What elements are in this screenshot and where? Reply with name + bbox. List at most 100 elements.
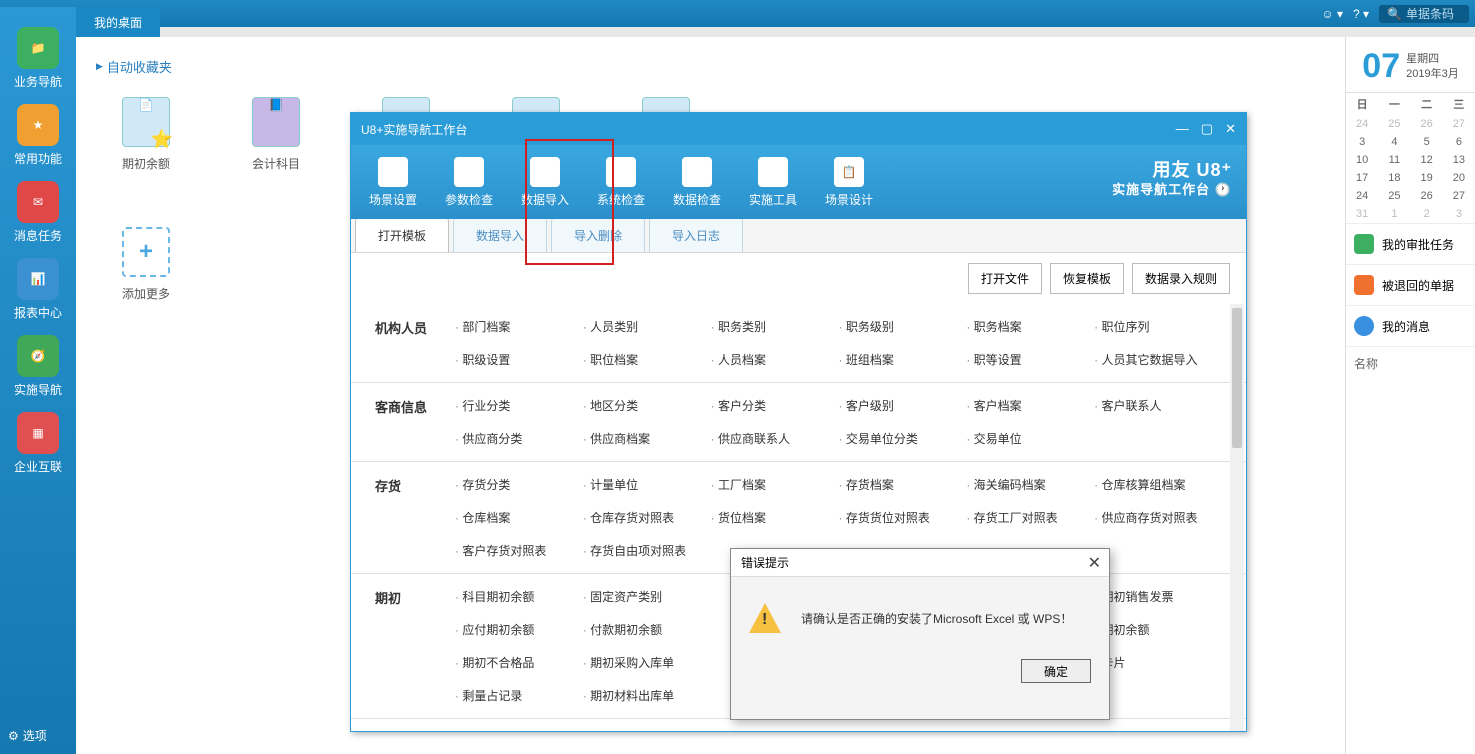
link-item[interactable]: 科目期初余额	[455, 588, 583, 605]
link-item[interactable]: 客户分类	[711, 397, 839, 414]
calendar-day[interactable]: 25	[1378, 187, 1410, 205]
link-item[interactable]: 卡片	[1094, 654, 1222, 671]
desktop-tab[interactable]: 我的桌面	[76, 7, 160, 37]
calendar-day[interactable]: 17	[1346, 169, 1378, 187]
calendar-day[interactable]: 25	[1378, 115, 1410, 133]
calendar-day[interactable]: 12	[1411, 151, 1443, 169]
link-item[interactable]: 应付期初余额	[455, 621, 583, 638]
link-item[interactable]: 期初材料出库单	[583, 687, 711, 704]
link-item[interactable]: 仓库存货对照表	[583, 509, 711, 526]
calendar-day[interactable]: 20	[1443, 169, 1475, 187]
help-icon[interactable]: ? ▾	[1353, 7, 1369, 21]
calendar-day[interactable]: 5	[1411, 133, 1443, 151]
link-item[interactable]: 职务档案	[966, 318, 1094, 335]
link-item[interactable]: 职位档案	[583, 351, 711, 368]
link-item[interactable]: 仓库档案	[455, 509, 583, 526]
calendar-day[interactable]: 3	[1346, 133, 1378, 151]
calendar-day[interactable]: 26	[1411, 115, 1443, 133]
calendar-day[interactable]: 3	[1443, 205, 1475, 223]
nav-common[interactable]: ★常用功能	[8, 104, 68, 167]
calendar-day[interactable]: 26	[1411, 187, 1443, 205]
my-approval-tasks[interactable]: 我的审批任务	[1346, 223, 1475, 264]
smiley-icon[interactable]: ☺ ▾	[1321, 7, 1343, 21]
auto-favorites[interactable]: 自动收藏夹	[96, 57, 172, 76]
link-item[interactable]: 货位档案	[711, 509, 839, 526]
link-item[interactable]: 职务级别	[839, 318, 967, 335]
link-item[interactable]: 客户存货对照表	[455, 542, 583, 559]
tb-system-check[interactable]: 🖥系统检查	[593, 157, 649, 208]
link-item[interactable]: 部门档案	[455, 318, 583, 335]
link-item[interactable]: 剩量占记录	[455, 687, 583, 704]
tb-param-check[interactable]: ✔参数检查	[441, 157, 497, 208]
link-item[interactable]: 存货货位对照表	[839, 509, 967, 526]
close-icon[interactable]: ✕	[1088, 553, 1101, 573]
tab-data-import[interactable]: 数据导入	[453, 218, 547, 252]
link-item[interactable]: 供应商档案	[583, 430, 711, 447]
link-item[interactable]: 存货分类	[455, 476, 583, 493]
link-item[interactable]: 职等设置	[966, 351, 1094, 368]
close-icon[interactable]: ✕	[1225, 121, 1236, 137]
link-item[interactable]: 存货档案	[839, 476, 967, 493]
tab-import-delete[interactable]: 导入删除	[551, 218, 645, 252]
link-item[interactable]: 职级设置	[455, 351, 583, 368]
link-item[interactable]: 付款期初余额	[583, 621, 711, 638]
calendar-day[interactable]: 13	[1443, 151, 1475, 169]
calendar-day[interactable]: 1	[1378, 205, 1410, 223]
link-item[interactable]: 人员其它数据导入	[1094, 351, 1222, 368]
tb-impl-tool[interactable]: 🛠实施工具	[745, 157, 801, 208]
barcode-search[interactable]: 🔍 单据条码	[1379, 5, 1469, 23]
link-item[interactable]: 期初不合格品	[455, 654, 583, 671]
calendar-day[interactable]: 24	[1346, 115, 1378, 133]
link-item[interactable]: 职务类别	[711, 318, 839, 335]
link-item[interactable]: 海关编码档案	[966, 476, 1094, 493]
calendar-day[interactable]: 24	[1346, 187, 1378, 205]
link-item[interactable]: 计量单位	[583, 476, 711, 493]
nav-enterprise[interactable]: ▦企业互联	[8, 412, 68, 475]
link-item[interactable]: 人员类别	[583, 318, 711, 335]
ok-button[interactable]: 确定	[1021, 659, 1091, 683]
btn-open-file[interactable]: 打开文件	[968, 263, 1042, 294]
nav-report[interactable]: 📊报表中心	[8, 258, 68, 321]
link-item[interactable]: 期初销售发票	[1094, 588, 1222, 605]
my-messages[interactable]: 我的消息	[1346, 305, 1475, 346]
link-item[interactable]: 职位序列	[1094, 318, 1222, 335]
tb-scene-design[interactable]: 📋场景设计	[821, 157, 877, 208]
link-item[interactable]: 客户级别	[839, 397, 967, 414]
calendar-day[interactable]: 19	[1411, 169, 1443, 187]
nav-message[interactable]: ✉消息任务	[8, 181, 68, 244]
link-item[interactable]: 供应商联系人	[711, 430, 839, 447]
nav-options[interactable]: ⚙选项	[8, 727, 47, 744]
desktop-icon-account-subject[interactable]: 📘会计科目	[236, 97, 316, 172]
link-item[interactable]: 存货工厂对照表	[966, 509, 1094, 526]
link-item[interactable]: 仓库核算组档案	[1094, 476, 1222, 493]
calendar-day[interactable]: 27	[1443, 187, 1475, 205]
calendar-table[interactable]: 日一二三 24252627345610111213171819202425262…	[1346, 92, 1475, 223]
desktop-add-more[interactable]: +添加更多	[106, 227, 186, 302]
link-item[interactable]: 班组档案	[839, 351, 967, 368]
link-item[interactable]: 存货自由项对照表	[583, 542, 711, 559]
tb-scene-setting[interactable]: ⚙场景设置	[365, 157, 421, 208]
link-item[interactable]: 地区分类	[583, 397, 711, 414]
link-item[interactable]: 客户档案	[966, 397, 1094, 414]
btn-entry-rules[interactable]: 数据录入规则	[1132, 263, 1230, 294]
calendar-day[interactable]: 2	[1411, 205, 1443, 223]
returned-docs[interactable]: 被退回的单据	[1346, 264, 1475, 305]
link-item[interactable]: 工厂档案	[711, 476, 839, 493]
tab-open-template[interactable]: 打开模板	[355, 218, 449, 252]
calendar-day[interactable]: 4	[1378, 133, 1410, 151]
nav-impl[interactable]: 🧭实施导航	[8, 335, 68, 398]
btn-restore-template[interactable]: 恢复模板	[1050, 263, 1124, 294]
link-item[interactable]: 期初采购入库单	[583, 654, 711, 671]
scrollbar-thumb[interactable]	[1232, 308, 1242, 448]
minimize-icon[interactable]: ―	[1176, 121, 1189, 137]
link-item[interactable]: 人员档案	[711, 351, 839, 368]
link-item[interactable]: 交易单位分类	[839, 430, 967, 447]
link-item[interactable]: 客户联系人	[1094, 397, 1222, 414]
tab-import-log[interactable]: 导入日志	[649, 218, 743, 252]
link-item[interactable]: 固定资产类别	[583, 588, 711, 605]
calendar-day[interactable]: 6	[1443, 133, 1475, 151]
link-item[interactable]: 期初余额	[1094, 621, 1222, 638]
calendar-day[interactable]: 18	[1378, 169, 1410, 187]
calendar-day[interactable]: 11	[1378, 151, 1410, 169]
calendar-day[interactable]: 10	[1346, 151, 1378, 169]
